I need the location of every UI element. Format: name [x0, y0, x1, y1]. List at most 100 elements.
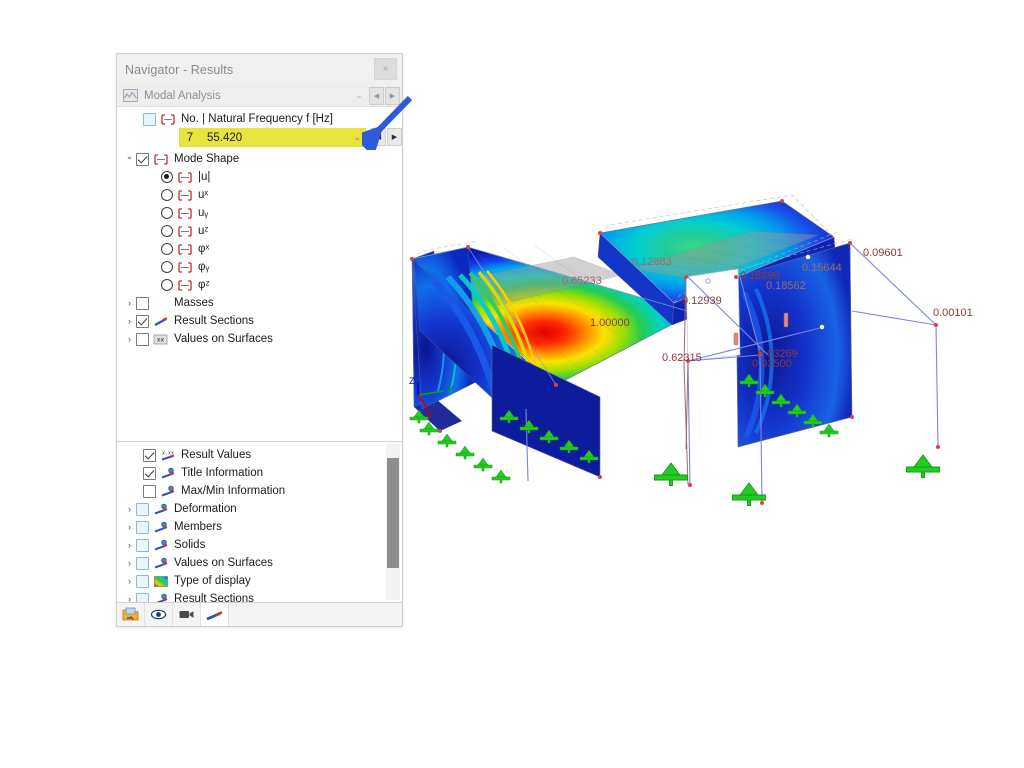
component-label: uᶻ [198, 225, 209, 237]
list-item-label: Solids [174, 539, 206, 551]
values-on-surfaces-checkbox[interactable] [136, 556, 149, 570]
maxmin-checkbox[interactable] [143, 484, 156, 498]
frequency-value: 55.420 [207, 131, 243, 144]
tree-item-values-on-surfaces[interactable]: xx Values on Surfaces [117, 330, 402, 348]
tree-item-component-phiy[interactable]: φᵧ [117, 258, 402, 276]
list-item[interactable]: Values on Surfaces [117, 554, 402, 572]
screen-root: Navigator - Results × Modal Analysis ⌄ ◀… [0, 0, 1024, 768]
natural-frequency-checkbox[interactable] [143, 112, 156, 126]
solids-icon [153, 539, 169, 552]
result-value-label: 0.12883 [632, 256, 672, 268]
values-on-surfaces-label: Values on Surfaces [174, 333, 273, 345]
chevron-right-icon[interactable] [123, 504, 136, 514]
list-item[interactable]: x.xx Result Values [117, 446, 402, 464]
list-item-label: Values on Surfaces [174, 557, 273, 569]
list-item[interactable]: Result Sections [117, 590, 402, 602]
component-label: φˣ [198, 243, 210, 255]
chevron-right-icon[interactable] [123, 298, 136, 308]
project-navigator-icon[interactable] [117, 603, 145, 626]
list-item-label: Result Values [181, 449, 252, 461]
result-sections-checkbox[interactable] [136, 314, 149, 328]
component-radio[interactable] [161, 279, 173, 291]
component-label: φᶻ [198, 279, 210, 291]
tree-item-result-sections[interactable]: Result Sections [117, 312, 402, 330]
list-item[interactable]: Solids [117, 536, 402, 554]
values-on-surfaces-checkbox[interactable] [136, 332, 149, 346]
deformation-icon [153, 503, 169, 516]
result-value-label: 0.09601 [863, 247, 903, 259]
navigator-results-panel: Navigator - Results × Modal Analysis ⌄ ◀… [116, 53, 403, 627]
component-label: |u| [198, 171, 211, 183]
values-on-surfaces-icon [153, 557, 169, 570]
component-radio[interactable] [161, 261, 173, 273]
tree-item-mode-shape[interactable]: Mode Shape [117, 150, 402, 168]
members-checkbox[interactable] [136, 520, 149, 534]
views-icon[interactable] [145, 603, 173, 626]
close-icon[interactable]: × [374, 58, 397, 80]
mode-shape-icon [177, 225, 193, 238]
tree-item-masses[interactable]: Masses [117, 294, 402, 312]
list-scrollbar[interactable] [386, 444, 400, 600]
chevron-right-icon[interactable] [123, 334, 136, 344]
type-of-display-checkbox[interactable] [136, 574, 149, 588]
component-radio[interactable] [161, 243, 173, 255]
result-values-icon: x.xx [160, 449, 176, 462]
navigator-titlebar: Navigator - Results × [117, 54, 402, 85]
mode-shape-label: Mode Shape [174, 153, 240, 165]
maxmin-icon [160, 485, 176, 498]
result-sections-checkbox[interactable] [136, 592, 149, 602]
tree-item-component-ux[interactable]: uˣ [117, 186, 402, 204]
list-item[interactable]: Deformation [117, 500, 402, 518]
chevron-right-icon[interactable] [123, 522, 136, 532]
mode-shape-icon [177, 189, 193, 202]
result-value-label: 0.15644 [802, 262, 842, 274]
members-icon [153, 521, 169, 534]
result-sections-label: Result Sections [174, 315, 254, 327]
list-item[interactable]: Max/Min Information [117, 482, 402, 500]
component-radio[interactable] [161, 171, 173, 183]
frequency-combo[interactable]: 7 55.420 ⌄ ◀ ▶ [179, 128, 402, 147]
analysis-selector[interactable]: Modal Analysis ⌄ ◀ ▶ [117, 85, 402, 107]
mode-shape-render: Y X Z [409, 194, 940, 506]
list-item-label: Result Sections [174, 593, 254, 602]
masses-checkbox[interactable] [136, 296, 149, 310]
result-values-checkbox[interactable] [143, 448, 156, 462]
tree-item-component-phix[interactable]: φˣ [117, 240, 402, 258]
display-properties-list: x.xx Result Values Title Information Max… [117, 442, 402, 602]
mode-shape-icon [177, 207, 193, 220]
type-of-display-icon [153, 575, 169, 588]
navigator-tab-toolbar [117, 602, 402, 626]
title-information-checkbox[interactable] [143, 466, 156, 480]
list-item[interactable]: Title Information [117, 464, 402, 482]
component-label: φᵧ [198, 261, 210, 273]
analysis-selector-label: Modal Analysis [144, 89, 221, 102]
chevron-right-icon[interactable] [123, 316, 136, 326]
tree-item-component-uz[interactable]: uᶻ [117, 222, 402, 240]
chevron-down-icon[interactable] [123, 154, 136, 165]
rendering-icon[interactable] [173, 603, 201, 626]
component-radio[interactable] [161, 225, 173, 237]
mode-shape-checkbox[interactable] [136, 152, 149, 166]
list-item[interactable]: Type of display [117, 572, 402, 590]
chevron-right-icon[interactable] [123, 576, 136, 586]
deformation-checkbox[interactable] [136, 502, 149, 516]
solids-checkbox[interactable] [136, 538, 149, 552]
chevron-right-icon[interactable] [123, 594, 136, 602]
tree-item-component-phiz[interactable]: φᶻ [117, 276, 402, 294]
svg-text:xx: xx [157, 336, 165, 343]
component-radio[interactable] [161, 189, 173, 201]
component-radio[interactable] [161, 207, 173, 219]
model-viewport-3d[interactable]: Y X Z 0.12883 0.65233 0.15644 0.18990 0.… [404, 185, 1024, 525]
values-on-surfaces-icon: xx [153, 333, 169, 346]
list-item[interactable]: Members [117, 518, 402, 536]
display-properties-icon[interactable] [201, 603, 229, 626]
chevron-right-icon[interactable] [123, 558, 136, 568]
tree-item-component-u[interactable]: |u| [117, 168, 402, 186]
result-value-label: 1.00000 [590, 317, 630, 329]
tree-item-component-uy[interactable]: uᵧ [117, 204, 402, 222]
page-title: Navigator - Results [125, 62, 234, 77]
chevron-right-icon[interactable] [123, 540, 136, 550]
list-scrollbar-thumb[interactable] [387, 458, 399, 568]
tree-item-natural-frequency[interactable]: No. | Natural Frequency f [Hz] [117, 110, 402, 128]
frequency-number: 7 [186, 131, 194, 144]
